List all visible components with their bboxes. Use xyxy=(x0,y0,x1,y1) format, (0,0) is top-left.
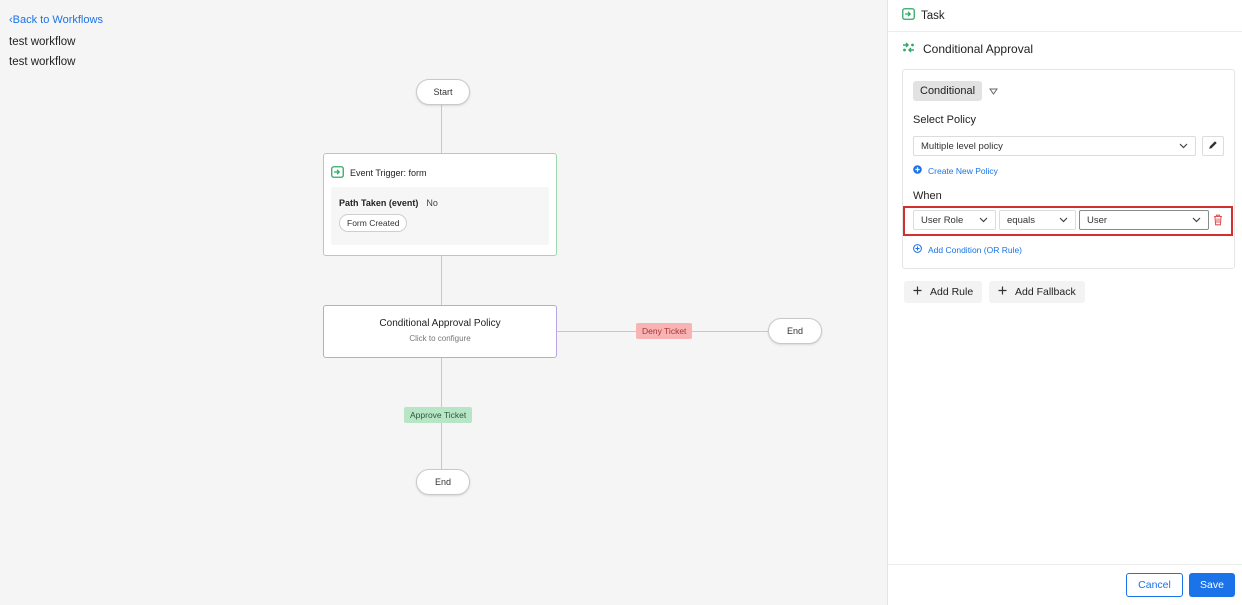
edge-start-trigger xyxy=(441,105,442,153)
chevron-down-icon xyxy=(1179,141,1188,152)
condition-field-select[interactable]: User Role xyxy=(913,210,996,230)
add-condition-link[interactable]: Add Condition (OR Rule) xyxy=(913,244,1022,255)
workflow-name: test workflow xyxy=(9,36,76,48)
path-label: Path Taken (event) xyxy=(339,198,419,208)
path-value: No xyxy=(426,198,438,208)
panel-footer: Cancel Save xyxy=(888,564,1242,605)
back-to-workflows-link[interactable]: ‹Back to Workflows xyxy=(9,14,103,26)
form-created-chip: Form Created xyxy=(339,214,408,232)
plus-circle-outline-icon xyxy=(913,244,922,255)
plus-icon xyxy=(913,286,922,298)
chevron-down-icon xyxy=(979,215,988,226)
panel-title: Task xyxy=(921,9,945,22)
workflow-description: test workflow xyxy=(9,56,76,68)
plus-circle-icon xyxy=(913,165,922,176)
add-fallback-button[interactable]: Add Fallback xyxy=(989,281,1085,303)
task-icon xyxy=(902,8,915,23)
rule-card: Conditional Select Policy Multiple level… xyxy=(902,69,1235,269)
end-node-right[interactable]: End xyxy=(768,318,822,344)
workflow-canvas[interactable]: ‹Back to Workflows test workflow test wo… xyxy=(0,0,887,605)
conditional-approval-policy-node[interactable]: Conditional Approval Policy Click to con… xyxy=(323,305,557,358)
caret-down-icon[interactable] xyxy=(989,82,999,100)
policy-node-subtitle: Click to configure xyxy=(409,334,471,343)
edge-trigger-policy xyxy=(441,256,442,305)
end-node-bottom[interactable]: End xyxy=(416,469,470,495)
pencil-icon xyxy=(1208,137,1218,155)
conditional-approval-icon xyxy=(902,42,915,56)
add-rule-button[interactable]: Add Rule xyxy=(904,281,983,303)
delete-condition-icon[interactable] xyxy=(1213,213,1223,231)
rule-type-badge[interactable]: Conditional xyxy=(913,81,983,101)
save-button[interactable]: Save xyxy=(1189,573,1235,597)
trigger-details: Path Taken (event) No Form Created xyxy=(331,187,549,245)
rule-type-row: Conditional xyxy=(913,81,999,101)
trigger-title: Event Trigger: form xyxy=(350,168,427,178)
create-new-policy-link[interactable]: Create New Policy xyxy=(913,165,998,176)
policy-select[interactable]: Multiple level policy xyxy=(913,136,1196,156)
approve-ticket-label: Approve Ticket xyxy=(404,407,473,423)
when-label: When xyxy=(913,190,942,202)
start-node[interactable]: Start xyxy=(416,79,470,105)
event-trigger-node[interactable]: Event Trigger: form Path Taken (event) N… xyxy=(323,153,557,256)
panel-subtitle: Conditional Approval xyxy=(902,42,1033,56)
condition-operator-select[interactable]: equals xyxy=(999,210,1076,230)
select-policy-label: Select Policy xyxy=(913,114,976,126)
task-config-panel: Task Conditional Approval Conditional Se… xyxy=(887,0,1242,605)
chevron-down-icon xyxy=(1192,215,1201,226)
plus-icon xyxy=(998,286,1007,298)
cancel-button[interactable]: Cancel xyxy=(1126,573,1183,597)
deny-ticket-label: Deny Ticket xyxy=(636,323,693,339)
form-trigger-icon xyxy=(331,166,344,180)
condition-value-select[interactable]: User xyxy=(1079,210,1209,230)
edit-policy-button[interactable] xyxy=(1202,136,1224,156)
panel-header: Task xyxy=(888,0,1242,32)
chevron-down-icon xyxy=(1059,215,1068,226)
policy-node-title: Conditional Approval Policy xyxy=(379,318,501,329)
